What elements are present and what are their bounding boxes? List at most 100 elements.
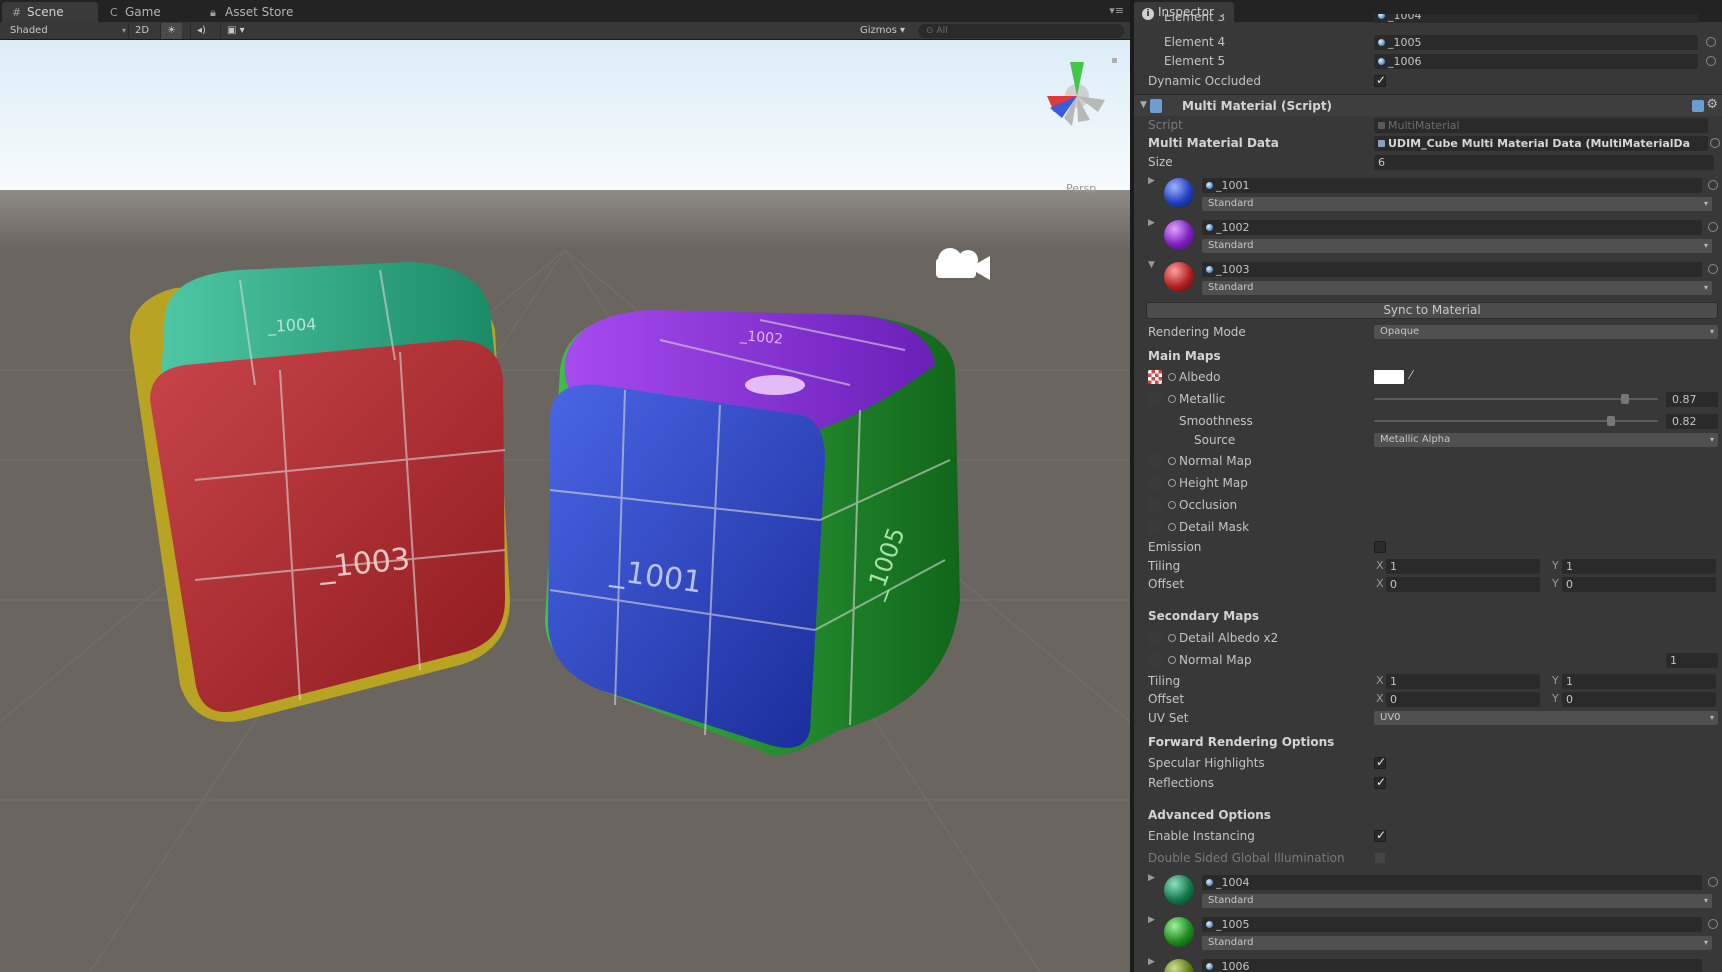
height-map-row: Height Map — [1134, 474, 1722, 492]
element-3-field[interactable]: _1004 — [1374, 14, 1698, 23]
material-slot-1003[interactable]: ▼ _1003 Standard ▾ — [1144, 260, 1718, 300]
metallic-slider-thumb[interactable] — [1621, 394, 1629, 404]
material-slot-1006[interactable]: ▶ _1006 — [1144, 957, 1718, 972]
metallic-texture-slot[interactable] — [1148, 392, 1162, 406]
object-picker-icon[interactable] — [1708, 919, 1718, 929]
tab-menu-icon[interactable]: ▾≡ — [1109, 4, 1124, 17]
sync-to-material-button[interactable]: Sync to Material — [1146, 302, 1718, 319]
secondary-offset-x-field[interactable]: 0 — [1386, 692, 1540, 707]
material-name-field[interactable]: _1003 — [1202, 262, 1702, 277]
main-tiling-y-field[interactable]: 1 — [1562, 559, 1716, 574]
size-field[interactable]: 6 — [1374, 155, 1714, 170]
metallic-slider-track[interactable] — [1374, 398, 1658, 400]
element-4-field[interactable]: _1005 — [1374, 35, 1698, 50]
smoothness-slider-thumb[interactable] — [1607, 416, 1615, 426]
detail-albedo-texture-slot[interactable] — [1148, 631, 1162, 645]
secondary-normal-scale-field[interactable]: 1 — [1666, 653, 1718, 668]
emission-checkbox[interactable] — [1374, 541, 1386, 553]
metallic-value-field[interactable]: 0.87 — [1666, 392, 1718, 407]
fold-arrow-icon[interactable]: ▶ — [1148, 915, 1155, 925]
texture-picker-icon[interactable] — [1168, 634, 1176, 642]
material-slot-1005[interactable]: ▶ _1005 Standard ▾ — [1144, 915, 1718, 955]
tab-scene-label: Scene — [27, 5, 64, 19]
secondary-offset-y-field[interactable]: 0 — [1562, 692, 1716, 707]
object-picker-icon[interactable] — [1706, 37, 1716, 47]
texture-picker-icon[interactable] — [1168, 373, 1176, 381]
object-picker-icon[interactable] — [1708, 877, 1718, 887]
tab-asset-store[interactable]: 🔒︎ Asset Store — [200, 2, 303, 22]
fold-arrow-icon[interactable]: ▼ — [1148, 260, 1155, 270]
element-5-field[interactable]: _1006 — [1374, 54, 1698, 69]
secondary-tiling-x-field[interactable]: 1 — [1386, 674, 1540, 689]
lock-icon[interactable] — [1112, 58, 1117, 63]
enable-instancing-checkbox[interactable] — [1374, 828, 1386, 842]
multi-material-component-header[interactable]: ▼ Multi Material (Script) ⚙ — [1134, 94, 1722, 116]
fold-arrow-icon[interactable]: ▶ — [1148, 218, 1155, 228]
material-icon — [1206, 921, 1213, 928]
object-picker-icon[interactable] — [1708, 180, 1718, 190]
albedo-color-swatch[interactable] — [1374, 370, 1404, 384]
texture-picker-icon[interactable] — [1168, 395, 1176, 403]
object-picker-icon[interactable] — [1710, 138, 1720, 148]
smoothness-value-field[interactable]: 0.82 — [1666, 414, 1718, 429]
scene-search-input[interactable]: ⊙ All — [918, 24, 1124, 38]
fold-arrow-icon[interactable]: ▶ — [1148, 176, 1155, 186]
2d-toggle[interactable]: 2D — [128, 23, 155, 39]
main-offset-x-field[interactable]: 0 — [1386, 577, 1540, 592]
lighting-toggle[interactable]: ☀ — [160, 23, 182, 39]
fold-arrow-icon[interactable]: ▼ — [1140, 100, 1147, 110]
audio-toggle[interactable]: ◂) — [190, 23, 212, 39]
multi-material-data-field[interactable]: UDIM_Cube Multi Material Data (MultiMate… — [1374, 136, 1708, 151]
detail-mask-texture-slot[interactable] — [1148, 520, 1162, 534]
height-map-texture-slot[interactable] — [1148, 476, 1162, 490]
tab-game[interactable]: C Game — [100, 2, 171, 22]
gear-icon[interactable]: ⚙ — [1706, 97, 1718, 112]
texture-picker-icon[interactable] — [1168, 523, 1176, 531]
material-name-field[interactable]: _1001 — [1202, 178, 1702, 193]
shader-dropdown[interactable]: Standard ▾ — [1202, 936, 1712, 950]
shader-dropdown[interactable]: Standard ▾ — [1202, 281, 1712, 295]
object-picker-icon[interactable] — [1706, 56, 1716, 66]
texture-picker-icon[interactable] — [1168, 457, 1176, 465]
specular-highlights-checkbox[interactable] — [1374, 755, 1386, 769]
secondary-normal-texture-slot[interactable] — [1148, 653, 1162, 667]
scene-viewport[interactable]: _1003 _1004 _1001 _1005 _1002 Persp — [0, 40, 1130, 972]
material-slot-1002[interactable]: ▶ _1002 Standard ▾ — [1144, 218, 1718, 258]
gizmos-dropdown[interactable]: Gizmos ▾ — [854, 23, 911, 39]
material-slot-1001[interactable]: ▶ _1001 Standard ▾ — [1144, 176, 1718, 216]
effects-dropdown[interactable]: ▣ ▾ — [220, 23, 251, 39]
uv-set-dropdown[interactable]: UV0 ▾ — [1374, 711, 1718, 725]
material-name-field[interactable]: _1002 — [1202, 220, 1702, 235]
shader-dropdown[interactable]: Standard ▾ — [1202, 197, 1712, 211]
texture-picker-icon[interactable] — [1168, 479, 1176, 487]
source-dropdown[interactable]: Metallic Alpha ▾ — [1374, 433, 1718, 447]
material-slot-1004[interactable]: ▶ _1004 Standard ▾ — [1144, 873, 1718, 913]
texture-picker-icon[interactable] — [1168, 656, 1176, 664]
projection-label[interactable]: Persp — [1066, 182, 1096, 195]
main-tiling-x-field[interactable]: 1 — [1386, 559, 1540, 574]
rendering-mode-dropdown[interactable]: Opaque ▾ — [1374, 325, 1718, 339]
shader-dropdown[interactable]: Standard ▾ — [1202, 239, 1712, 253]
tab-scene[interactable]: # Scene — [2, 2, 98, 22]
reflections-checkbox[interactable] — [1374, 775, 1386, 789]
albedo-texture-slot[interactable] — [1148, 370, 1162, 384]
normal-map-texture-slot[interactable] — [1148, 454, 1162, 468]
texture-picker-icon[interactable] — [1168, 501, 1176, 509]
material-name-field[interactable]: _1005 — [1202, 917, 1702, 932]
secondary-tiling-y-field[interactable]: 1 — [1562, 674, 1716, 689]
object-picker-icon[interactable] — [1708, 264, 1718, 274]
shading-mode-dropdown[interactable]: Shaded ▾ — [4, 23, 128, 39]
shader-dropdown[interactable]: Standard ▾ — [1202, 894, 1712, 908]
main-offset-y-field[interactable]: 0 — [1562, 577, 1716, 592]
smoothness-slider-track[interactable] — [1374, 420, 1658, 422]
help-icon[interactable] — [1692, 100, 1704, 112]
material-name-field[interactable]: _1006 — [1202, 959, 1702, 972]
pacman-icon: C — [110, 6, 118, 19]
fold-arrow-icon[interactable]: ▶ — [1148, 957, 1155, 967]
dynamic-occluded-checkbox[interactable] — [1374, 73, 1386, 87]
object-picker-icon[interactable] — [1708, 222, 1718, 232]
eyedropper-icon[interactable]: ⁄ — [1410, 368, 1412, 382]
fold-arrow-icon[interactable]: ▶ — [1148, 873, 1155, 883]
material-name-field[interactable]: _1004 — [1202, 875, 1702, 890]
occlusion-texture-slot[interactable] — [1148, 498, 1162, 512]
